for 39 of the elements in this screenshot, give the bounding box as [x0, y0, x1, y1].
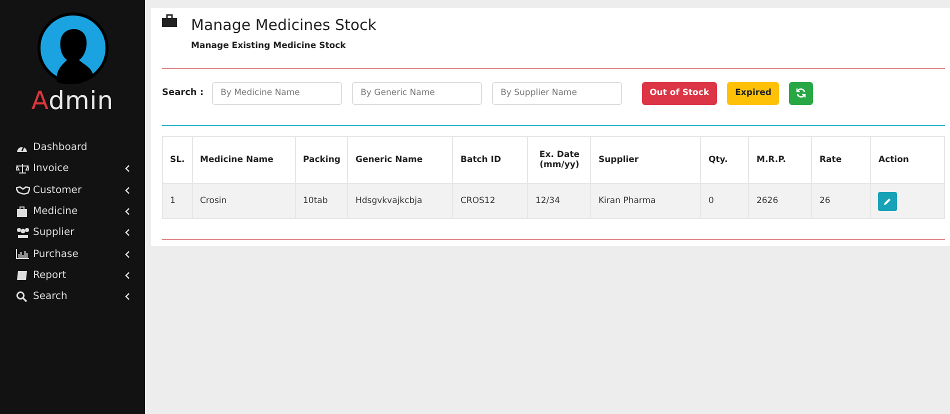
refresh-icon — [796, 88, 806, 98]
user-name: Admin — [31, 86, 114, 115]
page-subtitle: Manage Existing Medicine Stock — [191, 41, 347, 51]
bar-chart-icon — [16, 249, 29, 260]
table-cell: Crosin — [192, 184, 296, 218]
search-field[interactable]: By Generic Name — [352, 82, 482, 104]
sidebar-item[interactable]: Supplier — [0, 222, 145, 244]
table-cell: 1 — [162, 184, 192, 218]
edit-button[interactable] — [878, 192, 898, 210]
shopping-bag-icon — [162, 14, 177, 27]
table-cell: 12/34 — [528, 184, 591, 218]
sidebar-item[interactable]: Purchase — [0, 243, 145, 265]
shopping-bag-icon — [16, 206, 28, 218]
refresh-button[interactable] — [789, 82, 814, 104]
pencil-icon — [883, 196, 892, 206]
search-icon — [16, 291, 27, 302]
page-title: Manage Medicines Stock — [191, 16, 376, 34]
sidebar-item[interactable]: Search — [0, 286, 145, 308]
expired-button[interactable]: Expired — [727, 82, 780, 104]
table-cell: 2626 — [748, 184, 812, 218]
sidebar-item[interactable]: Medicine — [0, 200, 145, 222]
scale-icon — [16, 163, 29, 174]
sidebar-item[interactable]: Dashboard — [0, 137, 145, 158]
table-cell: CROS12 — [452, 184, 528, 218]
table-cell: 26 — [812, 184, 871, 218]
sidebar-item[interactable]: Customer — [0, 180, 145, 201]
sidebar-item[interactable]: Report — [0, 264, 145, 286]
search-label: Search : — [162, 88, 204, 98]
table-cell: 10tab — [296, 184, 348, 218]
sidebar-item[interactable]: Invoice — [0, 158, 145, 180]
users-icon — [16, 227, 30, 238]
table-cell: Hdsgvkvajkcbja — [348, 184, 453, 218]
column-header: SL. — [162, 136, 192, 184]
search-field[interactable]: By Medicine Name — [212, 82, 342, 104]
table-cell: 0 — [700, 184, 749, 218]
out-of-stock-button[interactable]: Out of Stock — [642, 82, 718, 104]
table-cell: Kiran Pharma — [590, 184, 701, 218]
search-field[interactable]: By Supplier Name — [492, 82, 622, 104]
avatar-icon — [36, 12, 108, 84]
